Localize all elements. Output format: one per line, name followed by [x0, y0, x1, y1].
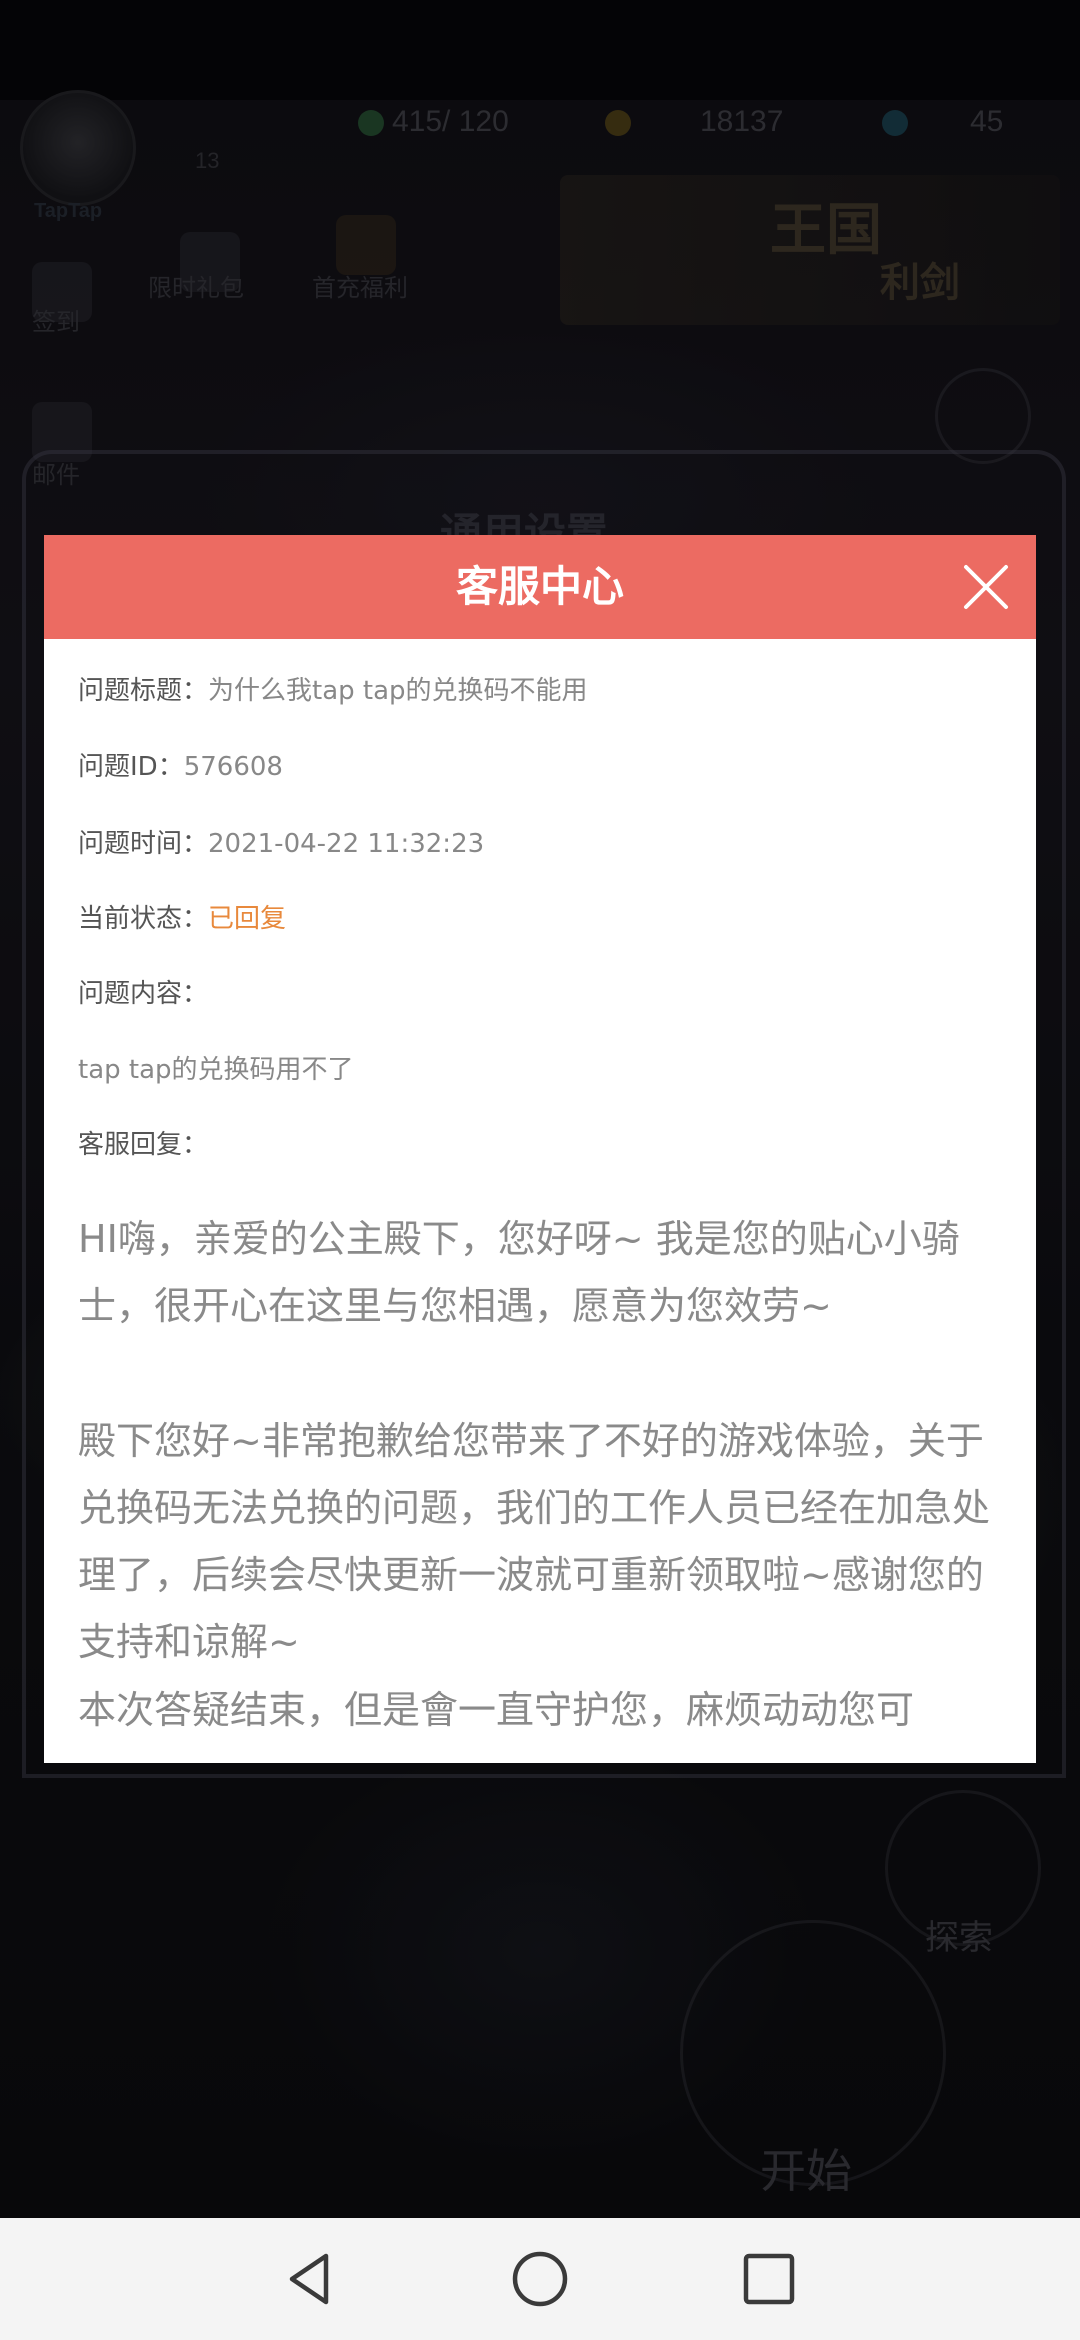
recents-button[interactable]: [738, 2248, 800, 2310]
reply-label: 客服回复：: [78, 1130, 209, 1160]
dialog-title: 客服中心: [455, 562, 624, 611]
home-icon: [512, 2251, 568, 2307]
issue-content-value: tap tap的兑换码用不了: [78, 1055, 354, 1085]
system-navigation-bar: [0, 2218, 1080, 2340]
status-badge: 已回复: [208, 904, 287, 934]
reply-paragraph-3: 本次答疑结束，但是會一直守护您，麻烦动动您可: [78, 1688, 915, 1732]
issue-status-label: 当前状态：: [78, 904, 209, 934]
customer-service-dialog: 客服中心 问题标题：为什么我tap tap的兑换码不能用 问题ID：576608…: [44, 535, 1036, 1763]
issue-id-label: 问题ID：: [78, 752, 184, 782]
dialog-body[interactable]: 问题标题：为什么我tap tap的兑换码不能用 问题ID：576608 问题时间…: [44, 639, 1036, 1763]
close-button[interactable]: [962, 563, 1010, 611]
issue-title-label: 问题标题：: [78, 676, 209, 706]
issue-title-row: 问题标题：为什么我tap tap的兑换码不能用: [78, 673, 588, 709]
issue-time-row: 问题时间：2021-04-22 11:32:23: [78, 826, 484, 862]
issue-title-value: 为什么我tap tap的兑换码不能用: [208, 676, 588, 706]
reply-paragraph-2: 殿下您好~非常抱歉给您带来了不好的游戏体验，关于兑换码无法兑换的问题，我们的工作…: [78, 1419, 991, 1664]
issue-time-label: 问题时间：: [78, 829, 209, 859]
issue-content-label: 问题内容：: [78, 979, 209, 1009]
issue-id-value: 576608: [183, 752, 283, 782]
back-button[interactable]: [280, 2248, 342, 2310]
recents-icon: [743, 2253, 795, 2305]
issue-status-row: 当前状态：已回复: [78, 901, 286, 937]
dialog-header: 客服中心: [44, 535, 1036, 639]
issue-time-value: 2021-04-22 11:32:23: [208, 829, 485, 859]
issue-id-row: 问题ID：576608: [78, 749, 283, 785]
reply-paragraph-1: HI嗨，亲爱的公主殿下，您好呀~ 我是您的贴心小骑士，很开心在这里与您相遇，愿意…: [78, 1217, 960, 1328]
close-icon: [964, 565, 1008, 609]
back-icon: [289, 2253, 329, 2305]
home-button[interactable]: [509, 2248, 571, 2310]
